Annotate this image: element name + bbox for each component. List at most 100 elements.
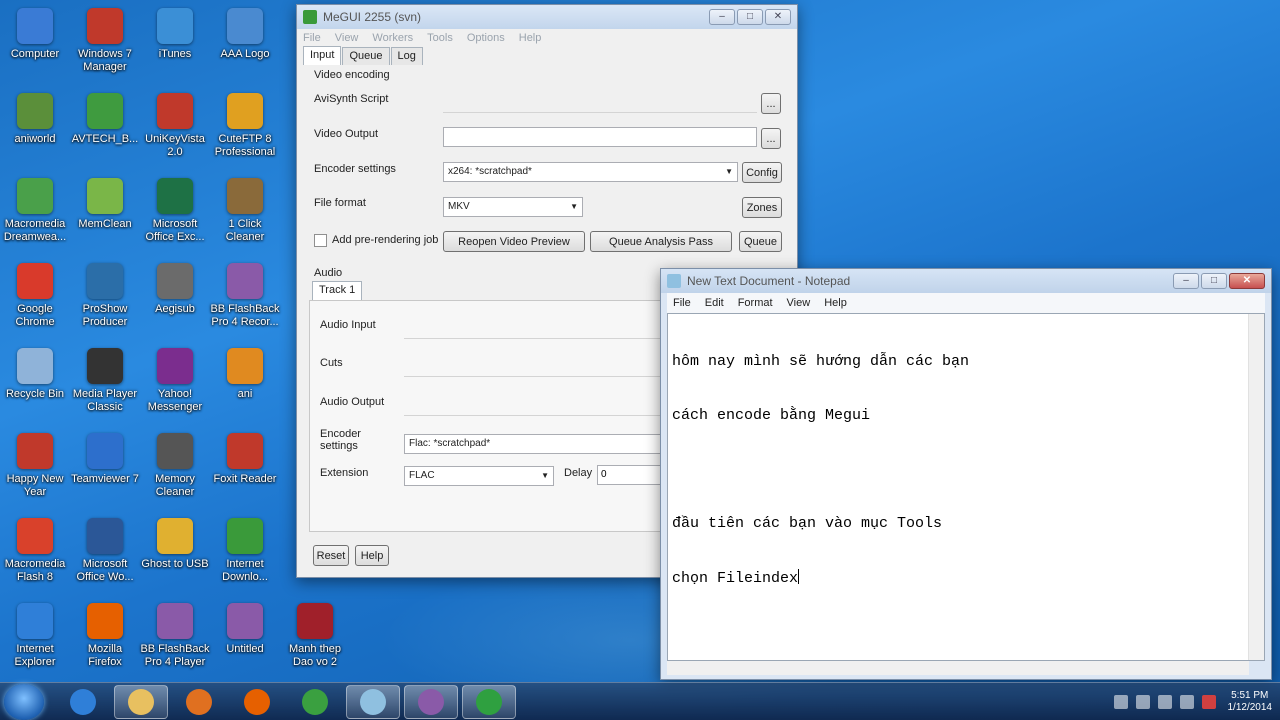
- avisynth-input[interactable]: [443, 93, 757, 113]
- megui-title: MeGUI 2255 (svn): [323, 10, 422, 24]
- extension-label: Extension: [320, 467, 369, 479]
- desktop-icon[interactable]: UniKeyVista 2.0: [140, 93, 210, 159]
- taskbar-button[interactable]: [172, 685, 226, 719]
- reset-button[interactable]: Reset: [313, 545, 349, 566]
- desktop-icon[interactable]: Aegisub: [140, 263, 210, 316]
- desktop-icon[interactable]: Internet Explorer: [0, 603, 70, 669]
- desktop-icon[interactable]: Memory Cleaner: [140, 433, 210, 499]
- menu-tools[interactable]: Tools: [427, 32, 453, 44]
- desktop-icon[interactable]: 1 Click Cleaner: [210, 178, 280, 244]
- media-player-icon: [186, 689, 212, 715]
- horizontal-scrollbar[interactable]: [667, 661, 1249, 675]
- notepad-text-area[interactable]: hôm nay mình sẽ hướng dẫn các bạn cách e…: [667, 313, 1265, 661]
- notepad-titlebar[interactable]: New Text Document - Notepad ‒ □ ✕: [661, 269, 1271, 293]
- avisynth-browse-button[interactable]: ...: [761, 93, 781, 114]
- menu-view[interactable]: View: [335, 32, 359, 44]
- video-encoder-select[interactable]: x264: *scratchpad* ▼: [443, 162, 738, 182]
- close-button[interactable]: ✕: [765, 9, 791, 25]
- taskbar: 5:51 PM 1/12/2014: [0, 682, 1280, 720]
- desktop-icon[interactable]: aniworld: [0, 93, 70, 146]
- prerender-checkbox[interactable]: [314, 234, 327, 247]
- tab-log[interactable]: Log: [390, 47, 423, 65]
- taskbar-button[interactable]: [114, 685, 168, 719]
- desktop-icon-label: Google Chrome: [15, 303, 55, 328]
- desktop-icon-label: Mozilla Firefox: [87, 643, 123, 668]
- desktop-icon-label: Happy New Year: [6, 473, 64, 498]
- desktop-icon[interactable]: Microsoft Office Exc...: [140, 178, 210, 244]
- desktop-icon[interactable]: ProShow Producer: [70, 263, 140, 329]
- desktop-icon[interactable]: Microsoft Office Wo...: [70, 518, 140, 584]
- tray-antivirus-icon[interactable]: [1201, 695, 1216, 709]
- np-menu-format[interactable]: Format: [738, 297, 773, 309]
- zones-button[interactable]: Zones: [742, 197, 782, 218]
- desktop-icon[interactable]: AAA Logo: [210, 8, 280, 61]
- video-output-browse-button[interactable]: ...: [761, 128, 781, 149]
- desktop-icon[interactable]: Happy New Year: [0, 433, 70, 499]
- file-format-select[interactable]: MKV ▼: [443, 197, 583, 217]
- desktop-icon[interactable]: Computer: [0, 8, 70, 61]
- app-icon: [157, 433, 193, 469]
- desktop-icon[interactable]: iTunes: [140, 8, 210, 61]
- desktop-icon[interactable]: Yahoo! Messenger: [140, 348, 210, 414]
- np-menu-view[interactable]: View: [787, 297, 811, 309]
- video-output-input[interactable]: [443, 127, 757, 147]
- desktop-icon[interactable]: Google Chrome: [0, 263, 70, 329]
- tab-input[interactable]: Input: [303, 46, 342, 65]
- notepad-minimize-button[interactable]: ‒: [1173, 273, 1199, 289]
- desktop-icon[interactable]: Recycle Bin: [0, 348, 70, 401]
- desktop-icon[interactable]: Internet Downlo...: [210, 518, 280, 584]
- desktop-icon[interactable]: Foxit Reader: [210, 433, 280, 486]
- notepad-maximize-button[interactable]: □: [1201, 273, 1227, 289]
- desktop-icon[interactable]: Manh thep Dao vo 2: [280, 603, 350, 669]
- help-button[interactable]: Help: [355, 545, 389, 566]
- notepad-close-button[interactable]: ✕: [1229, 273, 1265, 289]
- tray-power-icon[interactable]: [1179, 695, 1194, 709]
- menu-help[interactable]: Help: [519, 32, 542, 44]
- text-line: đầu tiên các bạn vào mục Tools: [672, 515, 943, 532]
- menu-options[interactable]: Options: [467, 32, 505, 44]
- desktop-icon[interactable]: AVTECH_B...: [70, 93, 140, 146]
- np-menu-edit[interactable]: Edit: [705, 297, 724, 309]
- start-button[interactable]: [4, 684, 44, 720]
- desktop-icon[interactable]: Macromedia Flash 8: [0, 518, 70, 584]
- desktop-icon[interactable]: ani: [210, 348, 280, 401]
- desktop-icon[interactable]: Mozilla Firefox: [70, 603, 140, 669]
- desktop-icon[interactable]: Ghost to USB: [140, 518, 210, 571]
- np-menu-file[interactable]: File: [673, 297, 691, 309]
- taskbar-button[interactable]: [56, 685, 110, 719]
- megui-titlebar[interactable]: MeGUI 2255 (svn) ‒ □ ✕: [297, 5, 797, 29]
- desktop-icon[interactable]: Teamviewer 7: [70, 433, 140, 486]
- minimize-button[interactable]: ‒: [709, 9, 735, 25]
- queue-analysis-button[interactable]: Queue Analysis Pass: [590, 231, 732, 252]
- tray-flag-icon[interactable]: [1113, 695, 1128, 709]
- tab-track-1[interactable]: Track 1: [312, 281, 363, 300]
- desktop-icon[interactable]: Media Player Classic: [70, 348, 140, 414]
- tray-volume-icon[interactable]: [1135, 695, 1150, 709]
- menu-file[interactable]: File: [303, 32, 321, 44]
- taskbar-button[interactable]: [346, 685, 400, 719]
- tray-network-icon[interactable]: [1157, 695, 1172, 709]
- np-menu-help[interactable]: Help: [824, 297, 847, 309]
- taskbar-button[interactable]: [404, 685, 458, 719]
- vertical-scrollbar[interactable]: [1248, 314, 1264, 660]
- maximize-button[interactable]: □: [737, 9, 763, 25]
- desktop-icon[interactable]: Windows 7 Manager: [70, 8, 140, 74]
- desktop-icon[interactable]: BB FlashBack Pro 4 Player: [140, 603, 210, 669]
- extension-select[interactable]: FLAC ▼: [404, 466, 554, 486]
- notepad-icon: [360, 689, 386, 715]
- desktop-icon[interactable]: Macromedia Dreamwea...: [0, 178, 70, 244]
- taskbar-button[interactable]: [462, 685, 516, 719]
- taskbar-button[interactable]: [288, 685, 342, 719]
- clock[interactable]: 5:51 PM 1/12/2014: [1228, 690, 1273, 714]
- desktop-icon-label: Foxit Reader: [213, 473, 277, 485]
- menu-workers[interactable]: Workers: [372, 32, 413, 44]
- desktop-icon[interactable]: BB FlashBack Pro 4 Recor...: [210, 263, 280, 329]
- desktop-icon[interactable]: MemClean: [70, 178, 140, 231]
- taskbar-button[interactable]: [230, 685, 284, 719]
- queue-button[interactable]: Queue: [739, 231, 782, 252]
- config-button[interactable]: Config: [742, 162, 782, 183]
- tab-queue[interactable]: Queue: [342, 47, 390, 65]
- reopen-preview-button[interactable]: Reopen Video Preview: [443, 231, 585, 252]
- desktop-icon[interactable]: Untitled: [210, 603, 280, 656]
- desktop-icon[interactable]: CuteFTP 8 Professional: [210, 93, 280, 159]
